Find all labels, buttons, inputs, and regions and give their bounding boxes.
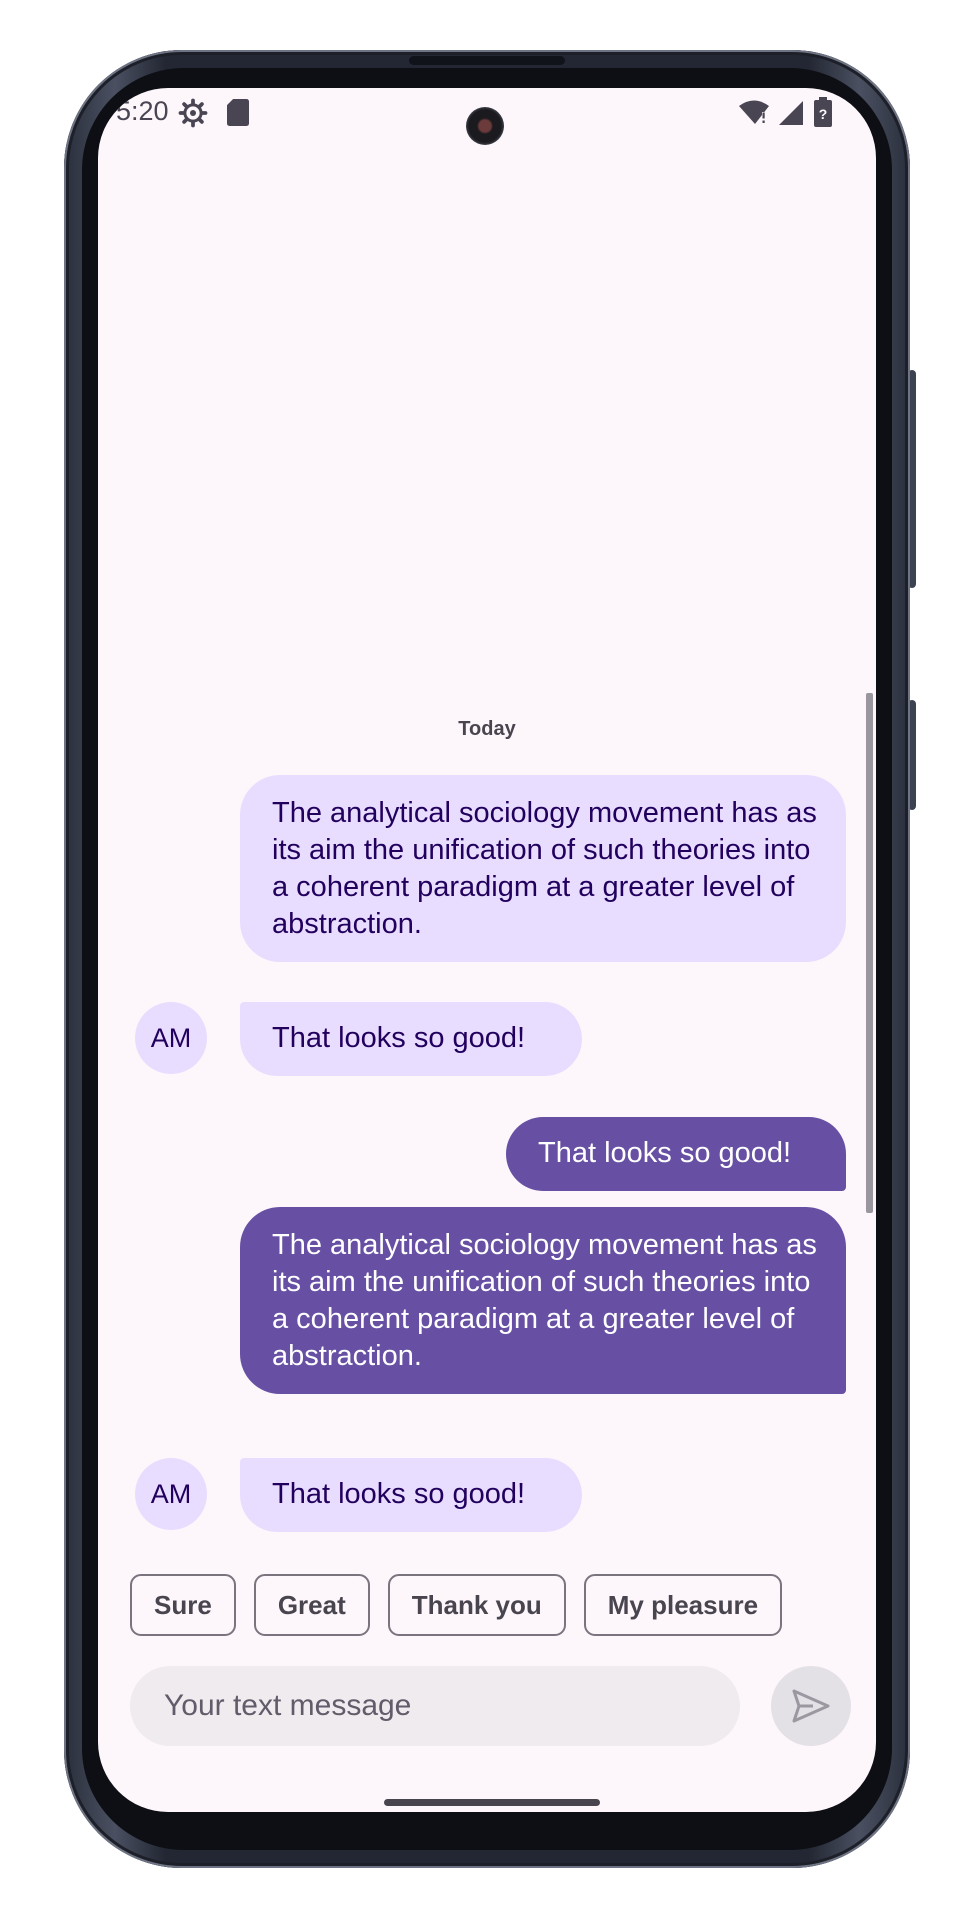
home-indicator[interactable] <box>384 1799 600 1806</box>
message-bubble-outgoing[interactable]: The analytical sociology movement has as… <box>240 775 846 962</box>
message-bubble-outgoing[interactable]: That looks so good! <box>506 1117 846 1191</box>
settings-gear-icon <box>178 98 208 128</box>
message-bubble-incoming[interactable]: That looks so good! <box>240 1458 582 1532</box>
message-input[interactable] <box>162 1688 726 1724</box>
status-time: 5:20 <box>116 96 169 126</box>
cell-signal-icon <box>779 101 803 125</box>
sd-card-icon <box>227 99 249 126</box>
message-list-scrollbar[interactable] <box>866 693 873 1213</box>
wifi-alert-icon <box>739 100 769 124</box>
battery-unknown-icon: ? <box>814 97 832 127</box>
phone-screen: 5:20 ? Today The analytical sociology mo… <box>98 88 876 1812</box>
smart-reply-chip[interactable]: Thank you <box>387 1574 566 1636</box>
date-divider: Today <box>458 718 516 740</box>
message-bubble-incoming[interactable]: That looks so good! <box>240 1002 582 1076</box>
smart-reply-chip[interactable]: My pleasure <box>583 1574 783 1636</box>
front-camera <box>466 107 504 145</box>
device-mockup: 5:20 ? Today The analytical sociology mo… <box>0 0 980 1924</box>
smart-reply-chips: Sure Great Thank you My pleasure <box>130 1574 783 1636</box>
avatar[interactable]: AM <box>135 1002 207 1074</box>
message-bubble-outgoing[interactable]: The analytical sociology movement has as… <box>240 1207 846 1394</box>
message-composer <box>130 1666 740 1746</box>
smart-reply-chip[interactable]: Sure <box>130 1574 236 1636</box>
smart-reply-chip[interactable]: Great <box>253 1574 370 1636</box>
send-icon <box>792 1689 830 1723</box>
svg-text:?: ? <box>819 106 828 122</box>
send-button[interactable] <box>771 1666 851 1746</box>
earpiece-slot <box>409 56 565 65</box>
avatar[interactable]: AM <box>135 1458 207 1530</box>
